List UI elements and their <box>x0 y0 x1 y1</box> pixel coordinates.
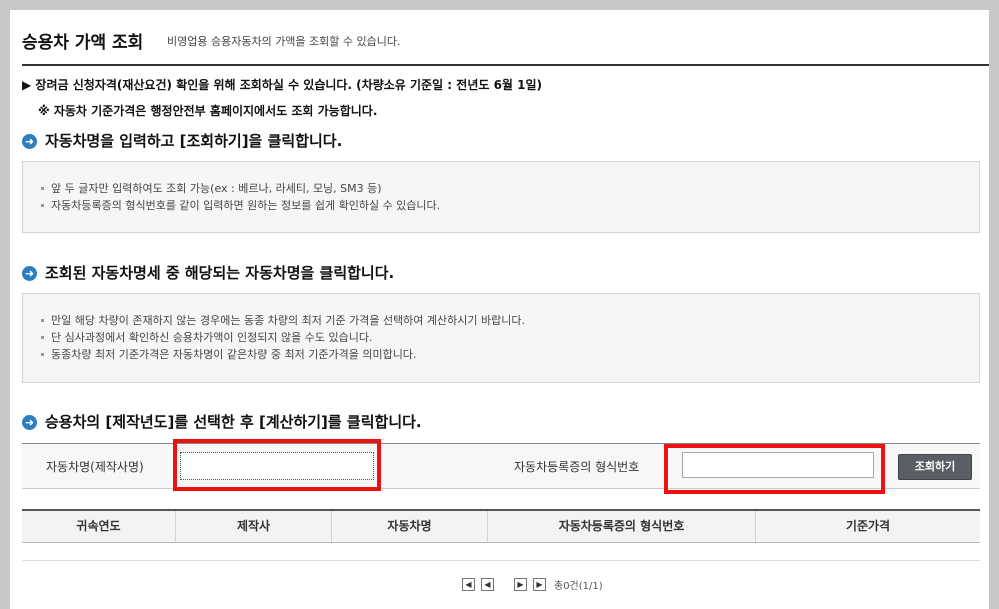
arrow-circle-icon: ➜ <box>22 134 37 149</box>
prev-page-icon[interactable]: ◀ <box>481 577 494 591</box>
column-header-price: 기준가격 <box>845 519 891 533</box>
notice-eligibility: ▶ 장려금 신청자격(재산요건) 확인을 위해 조회하실 수 있습니다. (차량… <box>22 78 543 92</box>
info-1-line-2: 자동차등록증의 형식번호를 같이 입력하면 원하는 정보를 쉽게 확인하실 수 … <box>41 197 961 214</box>
first-page-icon[interactable]: ◀ <box>462 577 475 591</box>
column-header-car-name: 자동차명 <box>332 511 488 542</box>
info-box-2: 만일 해당 차량이 존재하지 않는 경우에는 동종 차량의 최저 기준 가격을 … <box>22 293 980 383</box>
column-header-form-number: 자동차등록증의 형식번호 <box>488 511 756 542</box>
step-3: ➜ 승용차의 [제작년도]를 선택한 후 [계산하기]를 클릭합니다. <box>22 411 422 432</box>
highlight-box-car-name <box>173 439 381 491</box>
last-page-icon[interactable]: ▶ <box>533 577 546 591</box>
step-2: ➜ 조회된 자동차명세 중 해당되는 자동차명을 클릭합니다. <box>22 262 394 283</box>
arrow-circle-icon: ➜ <box>22 266 37 281</box>
column-header-maker: 제작사 <box>176 511 332 542</box>
notice-reference: ※ 자동차 기준가격은 행정안전부 홈페이지에서도 조회 가능합니다. <box>38 104 378 118</box>
arrow-circle-icon: ➜ <box>22 415 37 430</box>
step-2-text: 조회된 자동차명세 중 해당되는 자동차명을 클릭합니다. <box>45 264 395 282</box>
info-2-line-2: 단 심사과정에서 확인하신 승용차가액이 인정되지 않을 수도 있습니다. <box>41 329 961 346</box>
info-1-line-1: 앞 두 글자만 입력하여도 조회 가능(ex : 베르나, 라세티, 모닝, S… <box>41 180 961 197</box>
page: 승용차 가액 조회 비영업용 승용자동차의 가액을 조회할 수 있습니다. ▶ … <box>10 10 989 609</box>
results-table-header: 귀속연도 제작사 자동차명 자동차등록증의 형식번호 기준가격 <box>22 509 980 543</box>
car-name-label: 자동차명(제작사명) <box>46 460 144 474</box>
step-3-text: 승용차의 [제작년도]를 선택한 후 [계산하기]를 클릭합니다. <box>45 413 422 431</box>
info-box-1: 앞 두 글자만 입력하여도 조회 가능(ex : 베르나, 라세티, 모닝, S… <box>22 161 980 233</box>
next-page-icon[interactable]: ▶ <box>514 577 527 591</box>
table-divider <box>22 560 980 561</box>
step-1-text: 자동차명을 입력하고 [조회하기]을 클릭합니다. <box>45 132 343 150</box>
page-status: 총0건(1/1) <box>554 580 603 592</box>
pagination: ◀ ◀ ▶ ▶ 총0건(1/1) <box>462 576 603 592</box>
page-header: 승용차 가액 조회 비영업용 승용자동차의 가액을 조회할 수 있습니다. <box>22 20 989 66</box>
page-subtitle: 비영업용 승용자동차의 가액을 조회할 수 있습니다. <box>167 35 401 48</box>
info-2-line-3: 동종차량 최저 기준가격은 자동차명이 같은차량 중 최저 기준가격을 의미합니… <box>41 346 961 363</box>
column-header-year: 귀속연도 <box>22 511 176 542</box>
highlight-box-form-number <box>664 444 885 494</box>
page-title: 승용차 가액 조회 <box>22 33 144 53</box>
form-number-label: 자동차등록증의 형식번호 <box>514 460 640 474</box>
info-2-line-1: 만일 해당 차량이 존재하지 않는 경우에는 동종 차량의 최저 기준 가격을 … <box>41 312 961 329</box>
step-1: ➜ 자동차명을 입력하고 [조회하기]을 클릭합니다. <box>22 130 342 151</box>
search-button[interactable]: 조회하기 <box>898 454 972 480</box>
